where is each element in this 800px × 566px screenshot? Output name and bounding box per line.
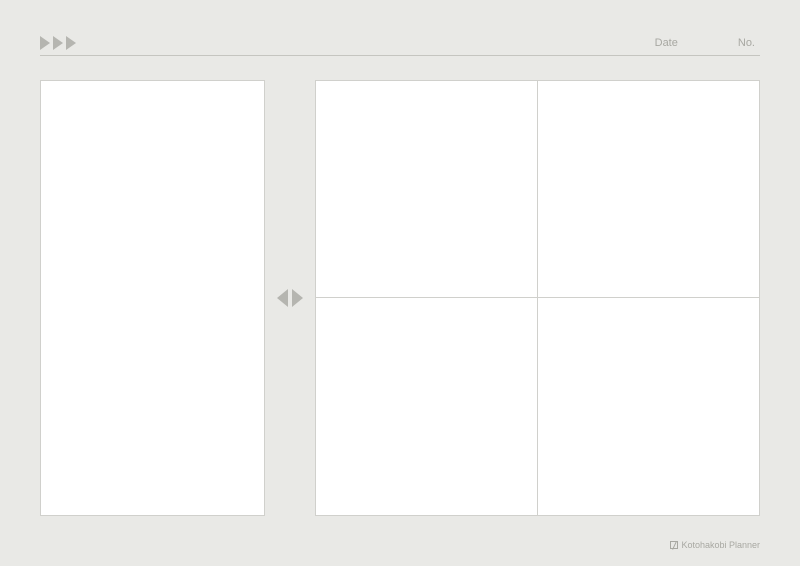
content-area	[40, 80, 760, 516]
date-field: Date	[655, 37, 678, 49]
arrow-left-icon	[277, 289, 288, 307]
page-header: Date No.	[40, 30, 760, 56]
footer-brand: Kotohakobi Planner	[670, 540, 760, 550]
arrow-right-icon	[292, 289, 303, 307]
brand-label: Kotohakobi Planner	[681, 540, 760, 550]
triangle-right-icon	[66, 36, 76, 50]
left-note-box	[40, 80, 265, 516]
no-label: No.	[738, 37, 755, 49]
middle-arrows-icon	[265, 289, 315, 307]
no-field: No.	[738, 37, 755, 49]
triangle-right-icon	[53, 36, 63, 50]
triangle-right-icon	[40, 36, 50, 50]
header-triangles-icon	[40, 36, 76, 50]
brand-icon	[670, 541, 678, 549]
grid-cell	[316, 298, 538, 515]
grid-cell	[538, 298, 760, 515]
date-label: Date	[655, 37, 678, 49]
right-quadrant-grid	[315, 80, 760, 516]
header-fields: Date No.	[655, 37, 760, 49]
grid-cell	[316, 81, 538, 298]
grid-cell	[538, 81, 760, 298]
